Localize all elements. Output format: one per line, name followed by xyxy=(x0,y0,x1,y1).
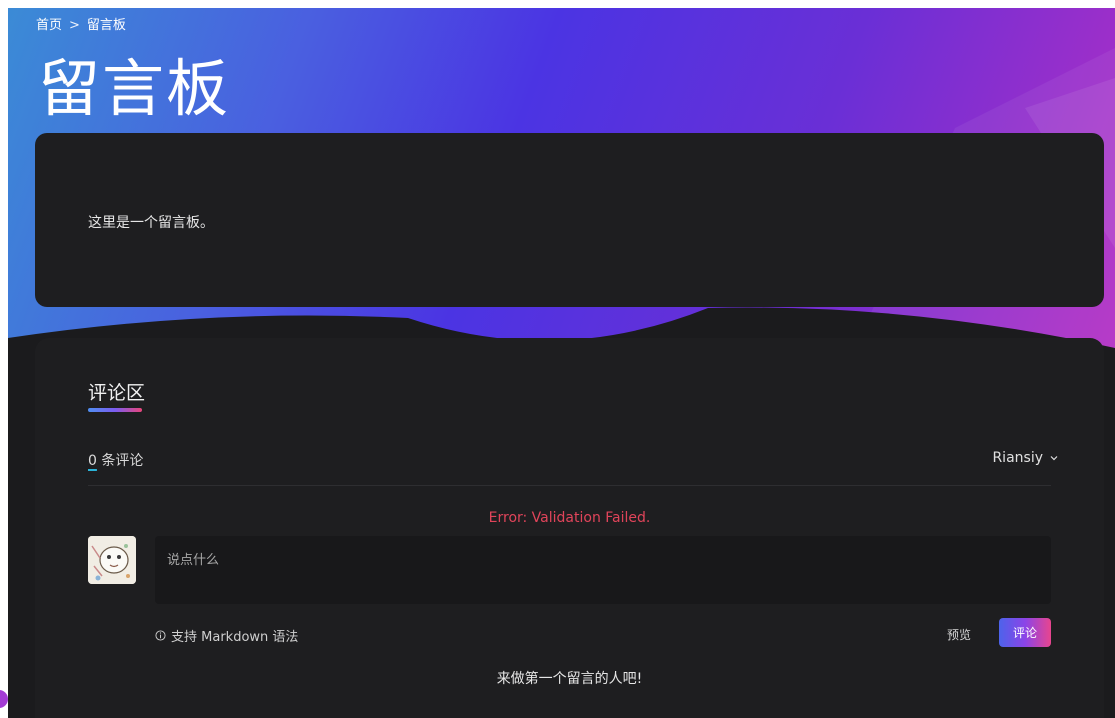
markdown-hint-label[interactable]: 支持 Markdown 语法 xyxy=(171,626,298,645)
avatar-image xyxy=(88,536,136,584)
comment-count: 0 条评论 xyxy=(88,450,143,470)
sort-dropdown[interactable]: Riansiy xyxy=(992,450,1059,466)
title-underline xyxy=(88,408,142,412)
comment-section: 评论区 0 条评论 Riansiy Error: Validation Fail… xyxy=(35,338,1104,718)
comment-placeholder: 说点什么 xyxy=(167,553,220,568)
comment-count-number: 0 xyxy=(88,453,97,469)
page-frame: 首页 > 留言板 留言板 这里是一个留言板。 评论区 0 条评论 Riansiy E… xyxy=(8,8,1115,718)
page-title: 留言板 xyxy=(38,52,231,125)
intro-card: 这里是一个留言板。 xyxy=(35,133,1104,307)
submit-comment-button[interactable]: 评论 xyxy=(999,618,1051,647)
chevron-down-icon xyxy=(1050,456,1058,461)
floating-button[interactable] xyxy=(0,690,8,708)
comment-section-title: 评论区 xyxy=(88,382,146,404)
divider xyxy=(88,485,1051,486)
breadcrumb-home-link[interactable]: 首页 xyxy=(36,18,62,33)
breadcrumb-current: 留言板 xyxy=(86,18,126,33)
comment-count-label: 条评论 xyxy=(101,453,144,469)
empty-comments-message: 来做第一个留言的人吧! xyxy=(496,671,643,687)
markdown-hint: 支持 Markdown 语法 xyxy=(155,626,298,645)
error-message: Error: Validation Failed. xyxy=(488,510,651,526)
intro-text: 这里是一个留言板。 xyxy=(88,215,214,231)
breadcrumb-separator: > xyxy=(69,18,80,33)
comment-textarea[interactable]: 说点什么 xyxy=(155,536,1051,604)
sort-dropdown-value: Riansiy xyxy=(992,450,1043,466)
breadcrumb: 首页 > 留言板 xyxy=(36,14,126,33)
avatar xyxy=(88,536,136,584)
info-icon xyxy=(155,630,166,641)
preview-button[interactable]: 预览 xyxy=(947,626,971,643)
